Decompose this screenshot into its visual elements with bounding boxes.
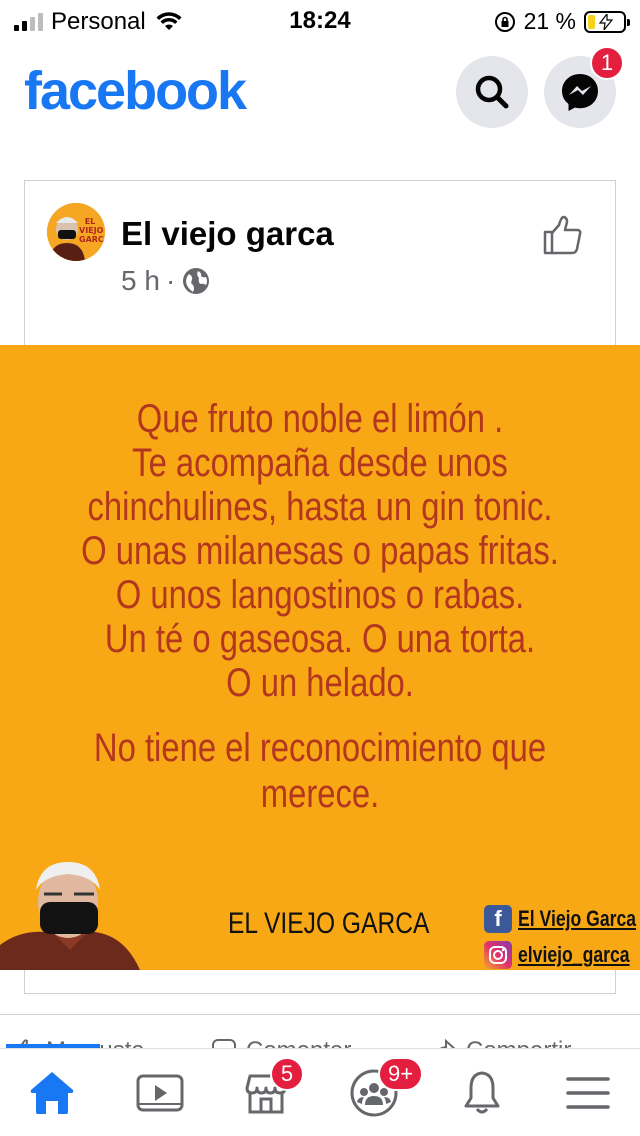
tab-groups[interactable]: 9+ xyxy=(344,1057,424,1123)
facebook-icon: f xyxy=(484,905,512,933)
search-button[interactable] xyxy=(456,56,528,128)
status-right: 21 % xyxy=(494,8,630,35)
app-header: facebook 1 xyxy=(0,44,640,154)
quote-text: Que fruto noble el limón . Te acompaña d… xyxy=(58,397,583,705)
post-actions: Me gusta Comentar Compartir xyxy=(0,1014,640,1048)
quote-line: No tiene el reconocimiento que xyxy=(93,726,547,770)
battery-icon xyxy=(584,10,630,33)
tab-home[interactable] xyxy=(22,1063,82,1123)
messenger-button[interactable]: 1 xyxy=(544,46,624,128)
post-author[interactable]: El viejo garca xyxy=(121,215,334,253)
home-icon xyxy=(30,1072,74,1114)
battery-level xyxy=(588,14,595,29)
facebook-handle: El Viejo Garca xyxy=(518,906,637,931)
post-meta: 5 h · xyxy=(121,265,211,297)
instagram-handle-row: elviejo_garca xyxy=(484,941,640,969)
tab-menu[interactable] xyxy=(558,1063,618,1123)
battery-percentage: 21 % xyxy=(523,8,576,34)
tab-notifications[interactable] xyxy=(452,1063,512,1123)
comment-icon xyxy=(212,1039,236,1048)
instagram-icon xyxy=(484,941,512,969)
thumbs-up-icon[interactable] xyxy=(541,213,585,257)
quote-line: Que fruto noble el limón . xyxy=(136,397,504,441)
post-time[interactable]: 5 h xyxy=(121,265,160,297)
post-image[interactable]: Que fruto noble el limón . Te acompaña d… xyxy=(0,345,640,970)
person-photo xyxy=(0,862,140,970)
messenger-icon xyxy=(562,74,598,111)
quote-line: Te acompaña desde unos xyxy=(132,441,508,485)
quote-line: O unos langostinos o rabas. xyxy=(115,573,525,617)
charging-bolt-icon xyxy=(598,13,614,30)
tab-marketplace[interactable]: 5 xyxy=(236,1057,304,1123)
status-bar: Personal 18:24 21 % xyxy=(0,0,640,44)
share-action-button[interactable]: Compartir xyxy=(430,1037,571,1048)
share-icon xyxy=(439,1038,456,1048)
tab-watch[interactable] xyxy=(130,1063,190,1123)
bottom-tab-bar: 5 9+ xyxy=(0,1048,640,1136)
quote-closing: No tiene el reconocimiento que merece. xyxy=(58,725,583,817)
avatar[interactable]: EL VIEJO GARCA xyxy=(47,203,105,261)
instagram-handle: elviejo_garca xyxy=(518,942,630,967)
share-label: Compartir xyxy=(466,1037,571,1048)
bell-icon xyxy=(464,1071,500,1114)
quote-line: chinchulines, hasta un gin tonic. xyxy=(87,485,553,529)
globe-icon xyxy=(183,268,210,294)
rotation-lock-icon xyxy=(494,11,515,32)
search-icon xyxy=(475,75,509,109)
groups-badge: 9+ xyxy=(378,1057,424,1091)
avatar-label: EL VIEJO GARCA xyxy=(79,217,105,244)
marketplace-badge: 5 xyxy=(270,1057,304,1091)
comment-action-button[interactable]: Comentar xyxy=(210,1037,351,1048)
watch-icon xyxy=(136,1074,184,1112)
quote-line: O unas milanesas o papas fritas. xyxy=(81,529,559,573)
quote-line: merece. xyxy=(260,772,380,816)
comment-label: Comentar xyxy=(246,1037,351,1048)
messenger-badge: 1 xyxy=(590,46,624,80)
hamburger-menu-icon xyxy=(566,1077,610,1109)
facebook-logo[interactable]: facebook xyxy=(24,60,247,122)
quote-line: Un té o gaseosa. O una torta. xyxy=(104,617,536,661)
facebook-handle-row: f El Viejo Garca xyxy=(484,905,640,933)
brand-name: EL VIEJO GARCA xyxy=(228,907,430,940)
meta-separator: · xyxy=(165,265,176,296)
quote-line: O un helado. xyxy=(226,661,414,705)
